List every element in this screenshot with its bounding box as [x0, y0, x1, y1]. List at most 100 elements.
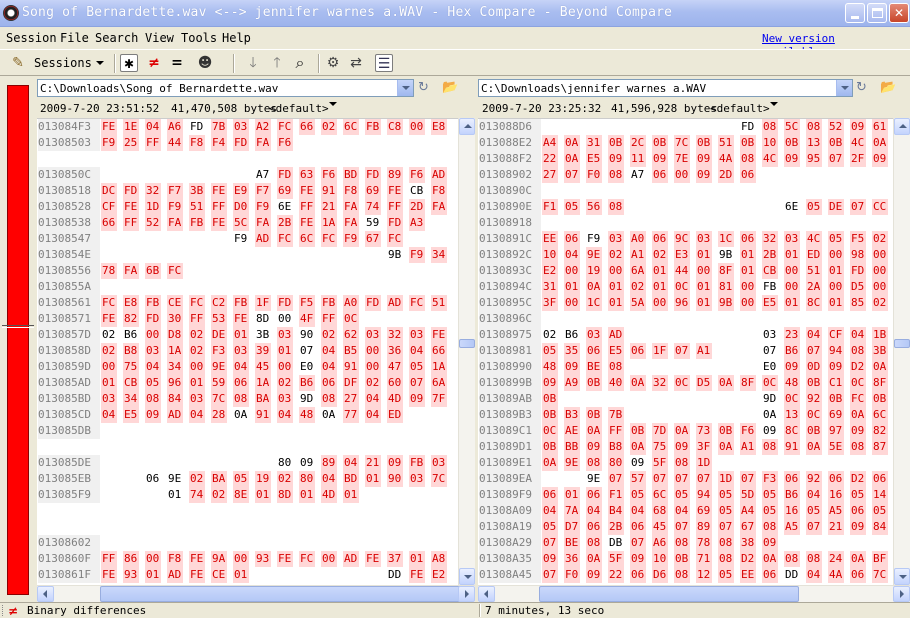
- overview-position-marker[interactable]: [2, 325, 34, 328]
- chevron-down-icon[interactable]: [329, 102, 337, 106]
- hex-byte[interactable]: 66: [299, 119, 315, 135]
- hex-byte[interactable]: 00: [828, 247, 844, 263]
- hex-byte[interactable]: 00: [277, 311, 293, 327]
- hex-byte[interactable]: 5C: [233, 215, 249, 231]
- hex-byte[interactable]: 04: [365, 391, 381, 407]
- hex-byte[interactable]: 8C: [784, 423, 800, 439]
- hex-byte[interactable]: D0: [233, 199, 249, 215]
- scroll-up-icon[interactable]: [894, 118, 910, 135]
- hex-byte[interactable]: 59: [211, 375, 227, 391]
- hex-byte[interactable]: 00: [652, 295, 668, 311]
- hex-byte[interactable]: 4D: [321, 487, 337, 503]
- hex-byte[interactable]: 0B: [586, 407, 602, 423]
- hex-byte[interactable]: 0B: [740, 135, 756, 151]
- hex-byte[interactable]: 05: [145, 375, 161, 391]
- hex-byte[interactable]: 07: [542, 567, 558, 583]
- scroll-right-icon[interactable]: [458, 586, 475, 602]
- hex-byte[interactable]: 89: [387, 167, 403, 183]
- hex-byte[interactable]: 67: [365, 231, 381, 247]
- hex-byte[interactable]: 40: [608, 375, 624, 391]
- hex-byte[interactable]: 02: [542, 327, 558, 343]
- hex-byte[interactable]: 04: [806, 487, 822, 503]
- hex-byte[interactable]: 4A: [828, 567, 844, 583]
- hex-byte[interactable]: 28: [211, 407, 227, 423]
- hex-byte[interactable]: CB: [409, 183, 425, 199]
- hex-byte[interactable]: B3: [564, 407, 580, 423]
- hex-byte[interactable]: 9E: [564, 455, 580, 471]
- hex-byte[interactable]: 08: [674, 567, 690, 583]
- hex-byte[interactable]: 31: [586, 135, 602, 151]
- find-icon[interactable]: ⌕: [291, 54, 309, 72]
- sessions-icon[interactable]: ✎: [9, 54, 27, 72]
- hex-byte[interactable]: FE: [233, 311, 249, 327]
- right-path-input[interactable]: C:\Downloads\jennifer warnes a.WAV: [481, 82, 706, 95]
- hex-row[interactable]: 013085DE 80 09 89 04 21 09 FB 03: [37, 455, 458, 471]
- hex-byte[interactable]: 08: [740, 151, 756, 167]
- hex-byte[interactable]: FE: [189, 567, 205, 583]
- hex-byte[interactable]: 03: [409, 471, 425, 487]
- hex-byte[interactable]: 69: [277, 183, 293, 199]
- hex-byte[interactable]: FD: [123, 183, 139, 199]
- hex-byte[interactable]: 01: [365, 471, 381, 487]
- hex-byte[interactable]: A4: [740, 503, 756, 519]
- hex-byte[interactable]: 02: [321, 119, 337, 135]
- hex-row[interactable]: 0130899B 09 A9 0B 40 0A 32 0C D5 0A 8F 0C 48 0B C1 0C 8F: [478, 375, 893, 391]
- hex-byte[interactable]: FF: [608, 423, 624, 439]
- hex-byte[interactable]: 08: [608, 167, 624, 183]
- hex-byte[interactable]: 04: [277, 407, 293, 423]
- hex-byte[interactable]: 22: [608, 567, 624, 583]
- hex-byte[interactable]: 04: [542, 503, 558, 519]
- hex-row[interactable]: 013085CD 04 E5 09 AD 04 28 0A 91 04 48 0A 77 04 ED: [37, 407, 458, 423]
- hex-byte[interactable]: F6: [740, 423, 756, 439]
- hex-byte[interactable]: 05: [542, 343, 558, 359]
- hex-byte[interactable]: 09: [564, 359, 580, 375]
- hex-byte[interactable]: A5: [828, 503, 844, 519]
- hex-byte[interactable]: 10: [542, 247, 558, 263]
- hex-byte[interactable]: 03: [189, 391, 205, 407]
- hex-byte[interactable]: 0A: [872, 135, 888, 151]
- hex-byte[interactable]: 01: [409, 551, 425, 567]
- hex-byte[interactable]: AD: [343, 551, 359, 567]
- hex-byte[interactable]: C2: [211, 295, 227, 311]
- hex-byte[interactable]: 2F: [850, 151, 866, 167]
- hex-byte[interactable]: 09: [696, 167, 712, 183]
- hex-byte[interactable]: F3: [211, 343, 227, 359]
- hex-byte[interactable]: AD: [167, 407, 183, 423]
- hex-byte[interactable]: 0A: [718, 439, 734, 455]
- refresh-icon[interactable]: ↻: [856, 80, 867, 98]
- hex-byte[interactable]: 0A: [762, 551, 778, 567]
- hex-byte[interactable]: 75: [652, 439, 668, 455]
- hex-byte[interactable]: 68: [652, 503, 668, 519]
- left-path-input[interactable]: C:\Downloads\Song of Bernardette.wav: [40, 82, 278, 95]
- hex-row[interactable]: 0130892C 10 04 9E 02 A1 02 E3 01 9B 01 2B 01 ED 00 98 00: [478, 247, 893, 263]
- hex-byte[interactable]: FD: [387, 215, 403, 231]
- hex-row[interactable]: 013088E2 A4 0A 31 0B 2C 0B 7C 0B 51 0B 10 0B 13 0B 4C 0A: [478, 135, 893, 151]
- hex-byte[interactable]: 02: [189, 327, 205, 343]
- hex-byte[interactable]: F6: [409, 167, 425, 183]
- hex-byte[interactable]: 06: [586, 519, 602, 535]
- hex-byte[interactable]: 06: [542, 487, 558, 503]
- hex-byte[interactable]: 0B: [542, 407, 558, 423]
- hex-byte[interactable]: 3B: [189, 183, 205, 199]
- hex-byte[interactable]: 08: [321, 391, 337, 407]
- hex-byte[interactable]: 01: [828, 295, 844, 311]
- hex-byte[interactable]: BE: [564, 535, 580, 551]
- sessions-button[interactable]: Sessions: [34, 56, 92, 70]
- hex-byte[interactable]: 01: [608, 279, 624, 295]
- hex-byte[interactable]: 45: [255, 359, 271, 375]
- hex-byte[interactable]: 0A: [718, 375, 734, 391]
- hex-byte[interactable]: FD: [740, 119, 756, 135]
- hex-byte[interactable]: 0A: [564, 135, 580, 151]
- hex-byte[interactable]: 6C: [299, 231, 315, 247]
- hex-byte[interactable]: B6: [123, 327, 139, 343]
- left-path-combo[interactable]: C:\Downloads\Song of Bernardette.wav: [37, 79, 414, 97]
- hex-byte[interactable]: 05: [718, 503, 734, 519]
- hex-byte[interactable]: DB: [608, 535, 624, 551]
- hex-byte[interactable]: 91: [343, 359, 359, 375]
- hex-byte[interactable]: 10: [762, 135, 778, 151]
- hex-byte[interactable]: FE: [101, 567, 117, 583]
- hex-byte[interactable]: 04: [101, 407, 117, 423]
- right-horizontal-scrollbar[interactable]: [478, 585, 910, 602]
- hex-row[interactable]: 01308561 FC E8 FB CE FC C2 FB 1F FD F5 FB A0 FD AD FC 51: [37, 295, 458, 311]
- hex-byte[interactable]: F9: [233, 231, 249, 247]
